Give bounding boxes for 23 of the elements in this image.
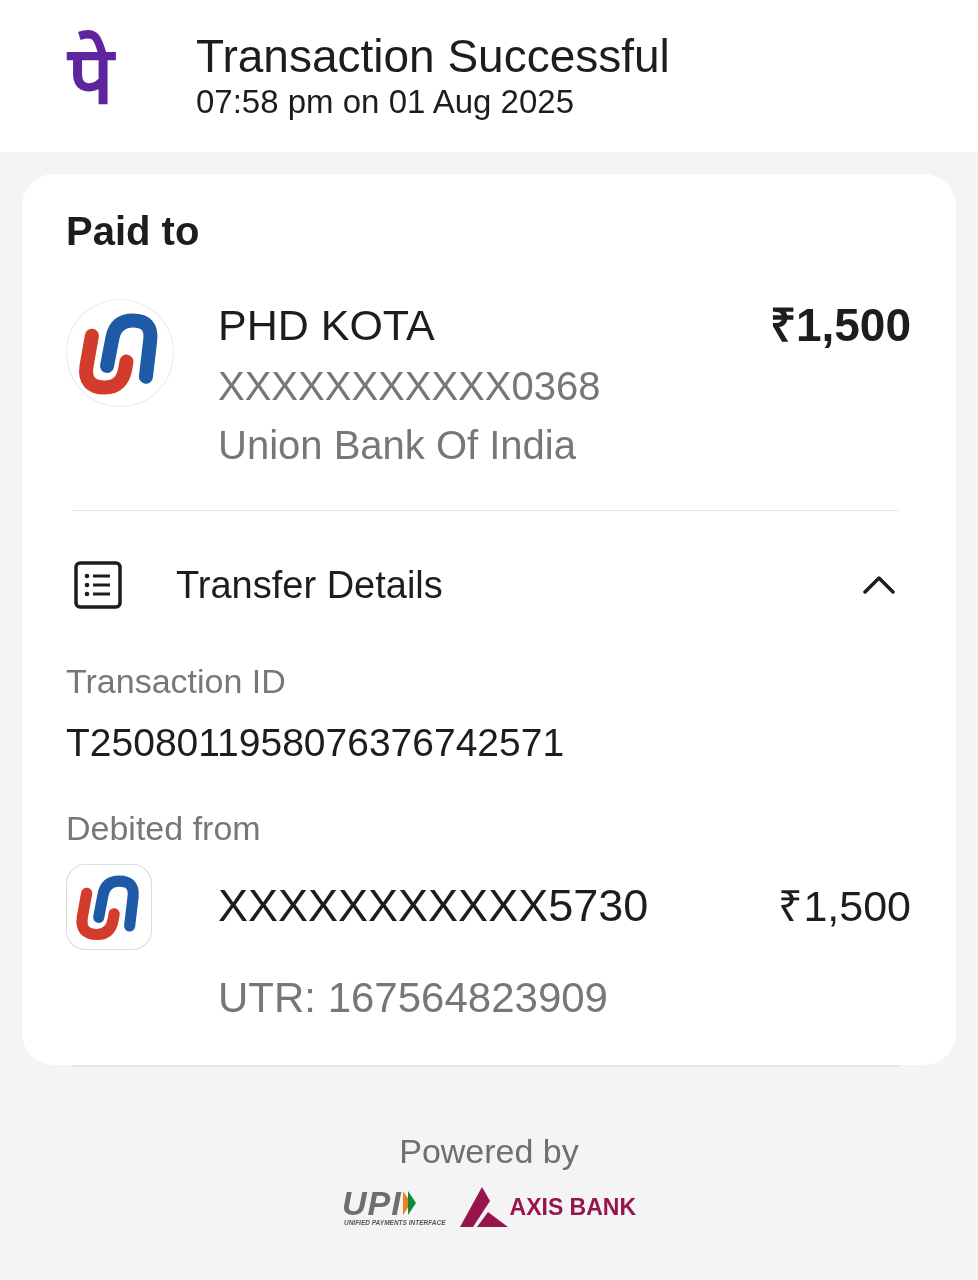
bank-logo-icon — [66, 299, 174, 407]
section-heading: Paid to — [66, 208, 201, 255]
field-label: Transaction ID — [66, 661, 287, 701]
field-label: Debited from — [66, 808, 262, 848]
bank-logo-text: AXIS BANK — [509, 1193, 637, 1221]
app-logo: पे — [60, 16, 121, 136]
upi-logo-text: UPI — [341, 1187, 402, 1219]
bank-logo-icon — [66, 864, 152, 950]
transfer-details-heading: Transfer Details — [176, 563, 443, 608]
list-icon — [74, 561, 122, 609]
powered-by-label: Powered by — [399, 1131, 579, 1171]
arrow-icon — [402, 1191, 416, 1215]
paid-amount: ₹1,500 — [769, 298, 911, 353]
debit-amount: ₹1,500 — [778, 881, 911, 932]
debit-account-number: XXXXXXXXXXX5730 — [218, 879, 649, 933]
payee-account-number: XXXXXXXXXXX0368 — [218, 363, 602, 410]
status-title: Transaction Successful — [196, 30, 670, 82]
bank-mark-icon — [459, 1187, 508, 1227]
payee-name: PHD KOTA — [218, 300, 436, 351]
payee-bank-name: Union Bank Of India — [218, 422, 577, 469]
utr-number: UTR: 167564823909 — [218, 973, 609, 1023]
timestamp: 07:58 pm on 01 Aug 2025 — [196, 82, 575, 122]
transaction-id: T2508011958076376742571 — [66, 720, 566, 766]
